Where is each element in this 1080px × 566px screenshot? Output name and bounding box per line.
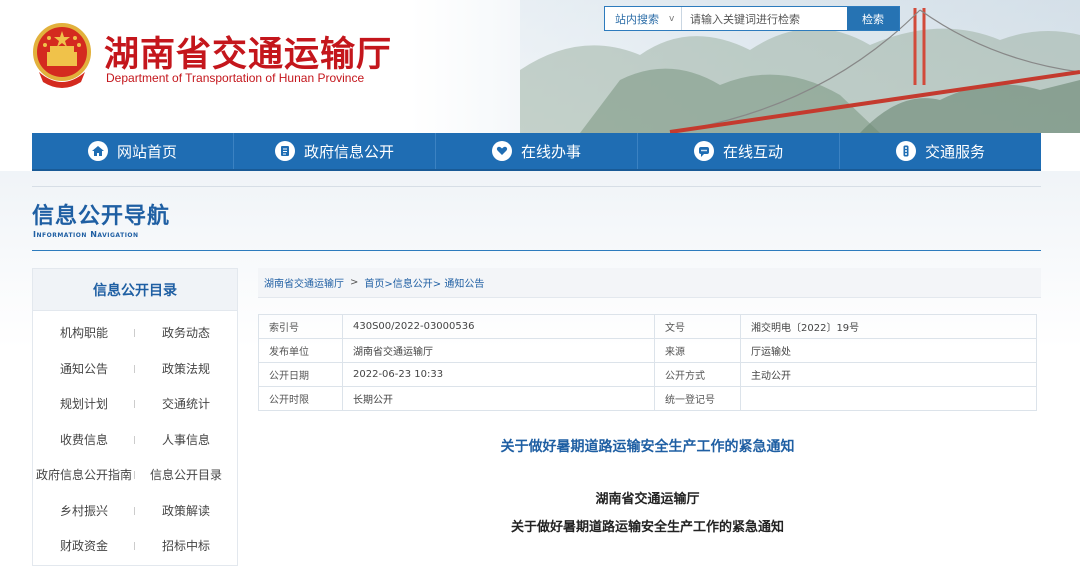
breadcrumb-separator: > xyxy=(350,277,359,288)
section-subtitle: Information Navigation xyxy=(33,230,139,239)
nav-item-home[interactable]: 网站首页 xyxy=(32,133,234,169)
sidebar-link-disclosure-guide[interactable]: 政府信息公开指南 xyxy=(33,457,135,493)
meta-key: 发布单位 xyxy=(258,338,343,363)
breadcrumb-path-link[interactable]: 首页>信息公开> 通知公告 xyxy=(364,275,484,290)
table-row: 公开时限 长期公开 统一登记号 xyxy=(258,386,1037,411)
sidebar-link-plans[interactable]: 规划计划 xyxy=(33,386,135,422)
sidebar-link-disclosure-catalog[interactable]: 信息公开目录 xyxy=(135,457,237,493)
divider xyxy=(32,250,1041,251)
nav-item-gov-info[interactable]: 政府信息公开 xyxy=(234,133,436,169)
document-heading: 关于做好暑期道路运输安全生产工作的紧急通知 xyxy=(510,520,784,535)
nav-item-label: 在线互动 xyxy=(722,142,783,161)
search-bar: 站内搜索 v 请输入关键词进行检索 检索 xyxy=(604,6,900,31)
document-icon xyxy=(274,141,295,161)
sidebar-link-policies[interactable]: 政策法规 xyxy=(135,351,237,387)
meta-value: 湘交明电〔2022〕19号 xyxy=(740,314,1037,339)
sidebar-link-notices[interactable]: 通知公告 xyxy=(33,351,135,387)
sidebar-link-statistics[interactable]: 交通统计 xyxy=(135,386,237,422)
sidebar-link-gov-news[interactable]: 政务动态 xyxy=(135,315,237,351)
meta-key: 公开日期 xyxy=(258,362,343,387)
meta-key: 公开方式 xyxy=(654,362,741,387)
sidebar-link-fees[interactable]: 收费信息 xyxy=(33,422,135,458)
sidebar-link-finance[interactable]: 财政资金 xyxy=(33,528,135,564)
site-header: 湖南省交通运输厅 Department of Transportation of… xyxy=(0,0,1080,133)
search-scope-label: 站内搜索 xyxy=(615,12,659,26)
divider xyxy=(32,186,1041,187)
sidebar-link-grid: 机构职能 政务动态 通知公告 政策法规 规划计划 交通统计 收费信息 人事信息 … xyxy=(33,311,237,564)
search-button[interactable]: 检索 xyxy=(847,7,899,30)
meta-value: 430S00/2022-03000536 xyxy=(342,314,655,339)
site-subtitle: Department of Transportation of Hunan Pr… xyxy=(106,71,365,85)
meta-key: 来源 xyxy=(654,338,741,363)
info-catalog-sidebar: 信息公开目录 机构职能 政务动态 通知公告 政策法规 规划计划 交通统计 收费信… xyxy=(32,268,238,566)
nav-item-label: 网站首页 xyxy=(116,142,177,161)
nav-item-traffic-service[interactable]: 交通服务 xyxy=(840,133,1041,169)
nav-item-label: 在线办事 xyxy=(520,142,581,161)
meta-value: 长期公开 xyxy=(342,386,655,411)
main-nav: 网站首页 政府信息公开 在线办事 在线互动 交通服务 xyxy=(32,133,1041,171)
nav-item-label: 交通服务 xyxy=(924,142,985,161)
sidebar-link-org-functions[interactable]: 机构职能 xyxy=(33,315,135,351)
meta-value: 厅运输处 xyxy=(740,338,1037,363)
meta-value: 湖南省交通运输厅 xyxy=(342,338,655,363)
table-row: 发布单位 湖南省交通运输厅 来源 厅运输处 xyxy=(258,338,1037,363)
nav-item-interaction[interactable]: 在线互动 xyxy=(638,133,840,169)
home-icon xyxy=(87,141,108,161)
meta-key: 索引号 xyxy=(258,314,343,339)
sidebar-link-personnel[interactable]: 人事信息 xyxy=(135,422,237,458)
meta-key: 统一登记号 xyxy=(654,386,741,411)
sidebar-link-rural-revitalization[interactable]: 乡村振兴 xyxy=(33,493,135,529)
search-input[interactable]: 请输入关键词进行检索 xyxy=(682,7,847,30)
document-issuer: 湖南省交通运输厅 xyxy=(595,492,700,507)
nav-item-online-service[interactable]: 在线办事 xyxy=(436,133,638,169)
table-row: 公开日期 2022-06-23 10:33 公开方式 主动公开 xyxy=(258,362,1037,387)
breadcrumb-root-link[interactable]: 湖南省交通运输厅 xyxy=(264,275,344,290)
section-title: 信息公开导航 xyxy=(32,204,171,229)
article-title: 关于做好暑期道路运输安全生产工作的紧急通知 xyxy=(500,439,795,455)
table-row: 索引号 430S00/2022-03000536 文号 湘交明电〔2022〕19… xyxy=(258,314,1037,339)
chat-icon xyxy=(693,141,714,161)
traffic-light-icon xyxy=(895,141,916,161)
national-emblem-icon xyxy=(33,23,91,88)
sidebar-link-bidding[interactable]: 招标中标 xyxy=(135,528,237,564)
meta-key: 文号 xyxy=(654,314,741,339)
chevron-down-icon: v xyxy=(669,13,675,24)
site-title: 湖南省交通运输厅 xyxy=(104,34,393,75)
sidebar-title: 信息公开目录 xyxy=(33,269,237,311)
search-scope-select[interactable]: 站内搜索 v xyxy=(605,7,682,30)
heart-hands-icon xyxy=(491,141,512,161)
nav-item-label: 政府信息公开 xyxy=(303,142,394,161)
meta-key: 公开时限 xyxy=(258,386,343,411)
document-metadata-table: 索引号 430S00/2022-03000536 文号 湘交明电〔2022〕19… xyxy=(258,314,1037,411)
meta-value: 2022-06-23 10:33 xyxy=(342,362,655,387)
breadcrumb: 湖南省交通运输厅 > 首页>信息公开> 通知公告 xyxy=(258,268,1041,298)
meta-value xyxy=(740,386,1037,411)
meta-value: 主动公开 xyxy=(740,362,1037,387)
sidebar-link-policy-interpretation[interactable]: 政策解读 xyxy=(135,493,237,529)
